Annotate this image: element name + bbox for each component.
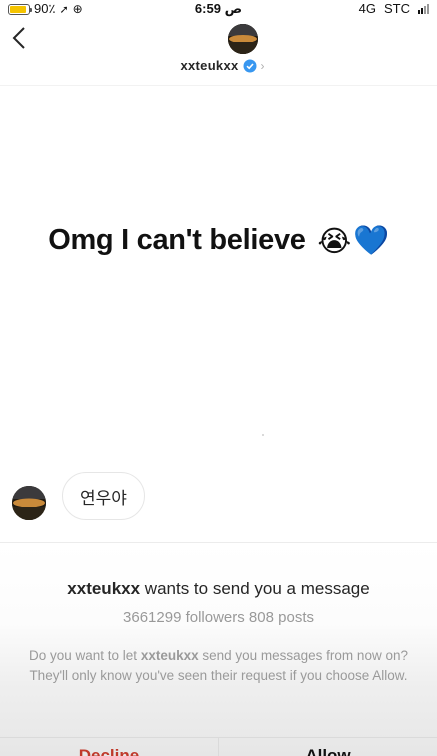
network-type: 4G <box>358 1 376 16</box>
request-actions: Decline Allow <box>0 737 437 756</box>
request-body-prefix: Do you want to let <box>29 648 141 663</box>
avatar-image <box>12 486 46 520</box>
typing-dot <box>262 434 264 436</box>
request-stats: 3661299 followers 808 posts <box>123 609 314 626</box>
header-username: xxteukxx <box>180 58 239 73</box>
carrier-name: STC <box>384 1 410 16</box>
chevron-left-icon <box>12 27 25 49</box>
large-message-text: Omg I can't believe <box>48 224 306 257</box>
request-body-username: xxteukxx <box>140 648 199 663</box>
chevron-right-icon: › <box>260 58 265 73</box>
large-text-message: Omg I can't believe 😭 💙 <box>0 224 437 259</box>
header-name-row[interactable]: xxteukxx › <box>0 58 437 73</box>
message-emoji: 😭 💙 <box>317 224 389 259</box>
message-bubble[interactable]: 연우야 <box>62 472 145 520</box>
back-button[interactable] <box>12 26 38 56</box>
avatar-image <box>228 24 258 54</box>
request-title: xxteukxx wants to send you a message <box>0 579 437 599</box>
header-avatar[interactable] <box>228 24 258 54</box>
allow-button[interactable]: Allow <box>219 746 437 756</box>
verified-badge-icon <box>243 59 257 72</box>
crying-face-icon: 😭 <box>317 226 351 258</box>
status-right: 4G STC <box>359 1 429 16</box>
decline-button[interactable]: Decline <box>0 746 218 756</box>
sender-avatar[interactable] <box>12 486 46 520</box>
request-description: Do you want to let xxteukxx send you mes… <box>28 646 409 686</box>
request-title-username: xxteukxx <box>67 579 141 598</box>
blue-heart-icon: 💙 <box>353 225 389 257</box>
signal-icon <box>418 3 429 14</box>
request-title-text: wants to send you a message <box>140 579 370 598</box>
status-bar: 90٪ ➚ ⊕ 6:59 ص 4G STC <box>0 0 437 18</box>
message-row: 연우야 <box>12 472 145 520</box>
message-request-panel: xxteukxx wants to send you a message 366… <box>0 542 437 756</box>
chat-header: xxteukxx › <box>0 18 437 86</box>
